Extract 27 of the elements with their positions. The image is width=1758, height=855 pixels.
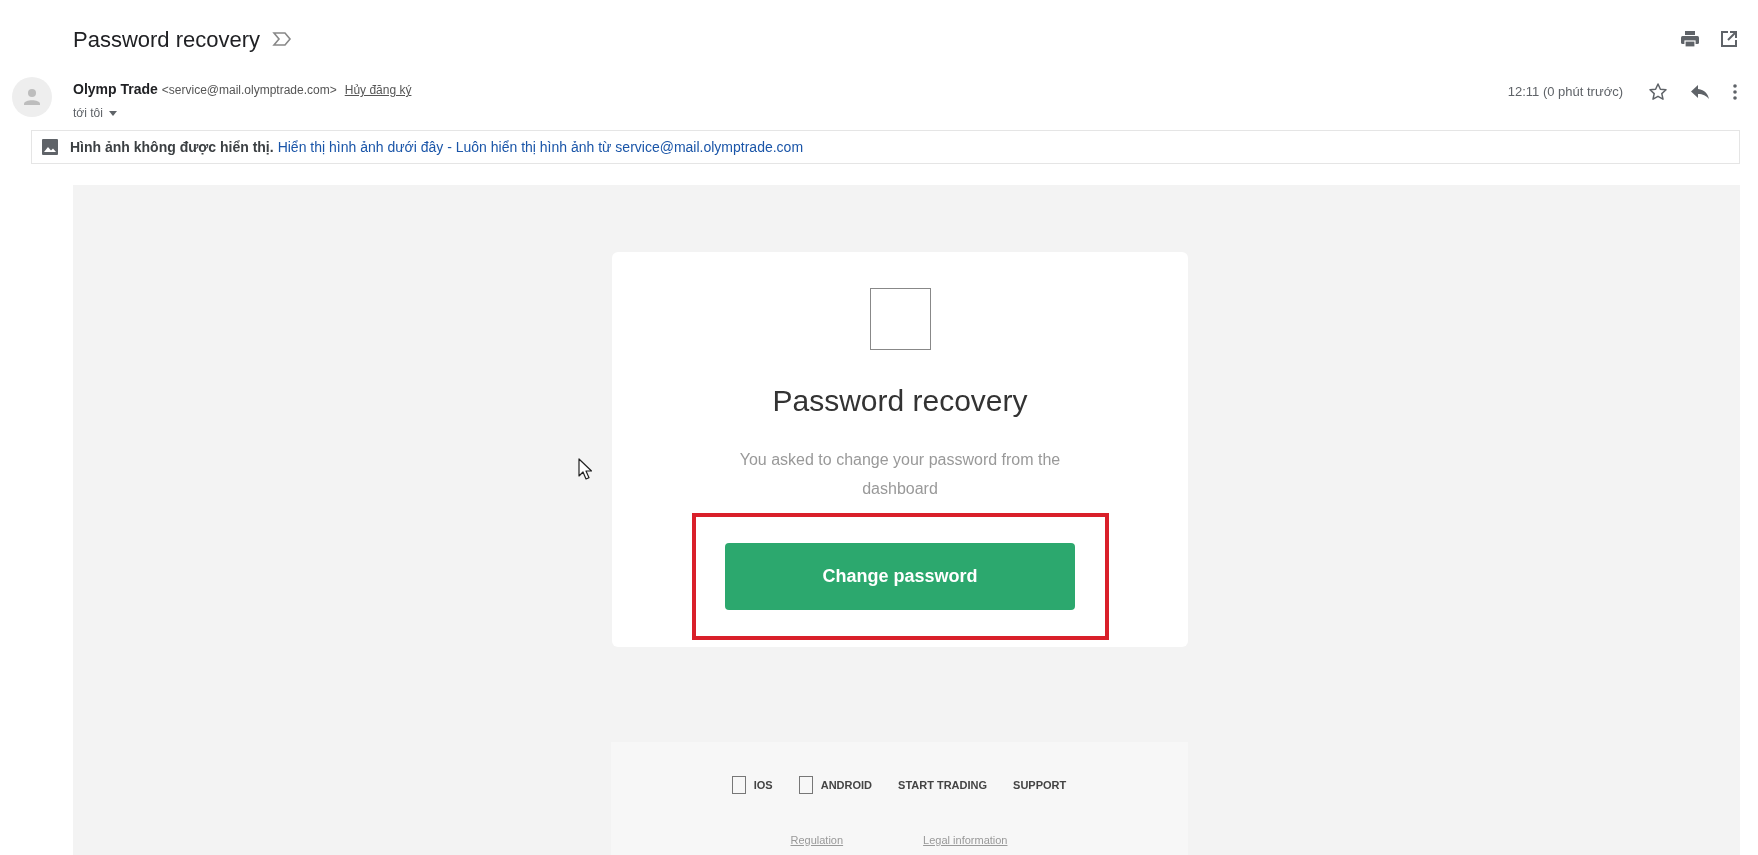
card-message: You asked to change your password from the dashboard [738,450,1062,499]
footer-link[interactable]: IOS [753,776,773,794]
sender-name: Olymp Trade [73,80,158,99]
print-icon[interactable] [1680,30,1700,48]
broken-image-icon [798,776,813,794]
star-icon[interactable] [1648,82,1668,102]
footer-link[interactable]: START TRADING [898,776,988,794]
show-images-link[interactable]: Hiển thị hình ảnh dưới đây - Luôn hiển thị hình ảnh từ service@mail.olymptrade.com [277,136,804,158]
image-icon [42,139,58,155]
mouse-cursor-icon [578,458,592,480]
footer-link[interactable]: ANDROID [820,776,873,794]
more-options-icon[interactable] [1732,83,1738,101]
unsubscribe-link[interactable]: Hủy đăng ký [344,81,412,99]
footer-link[interactable]: SUPPORT [1013,776,1067,794]
email-subject: Password recovery [73,25,261,54]
important-marker-icon[interactable] [272,31,293,47]
card-title: Password recovery [772,383,1028,419]
avatar-icon [12,77,52,117]
timestamp: 12:11 (0 phút trước) [1507,83,1623,102]
broken-image-icon [731,776,746,794]
open-in-new-window-icon[interactable] [1720,30,1738,48]
dropdown-caret-icon[interactable] [106,109,119,117]
images-notice-text: Hình ảnh không được hiển thị. [70,137,274,157]
broken-image-icon [869,288,931,350]
reply-icon[interactable] [1690,84,1710,100]
sender-email: <service@mail.olymptrade.com> [161,82,337,99]
recipient-label: tới tôi [73,105,103,122]
